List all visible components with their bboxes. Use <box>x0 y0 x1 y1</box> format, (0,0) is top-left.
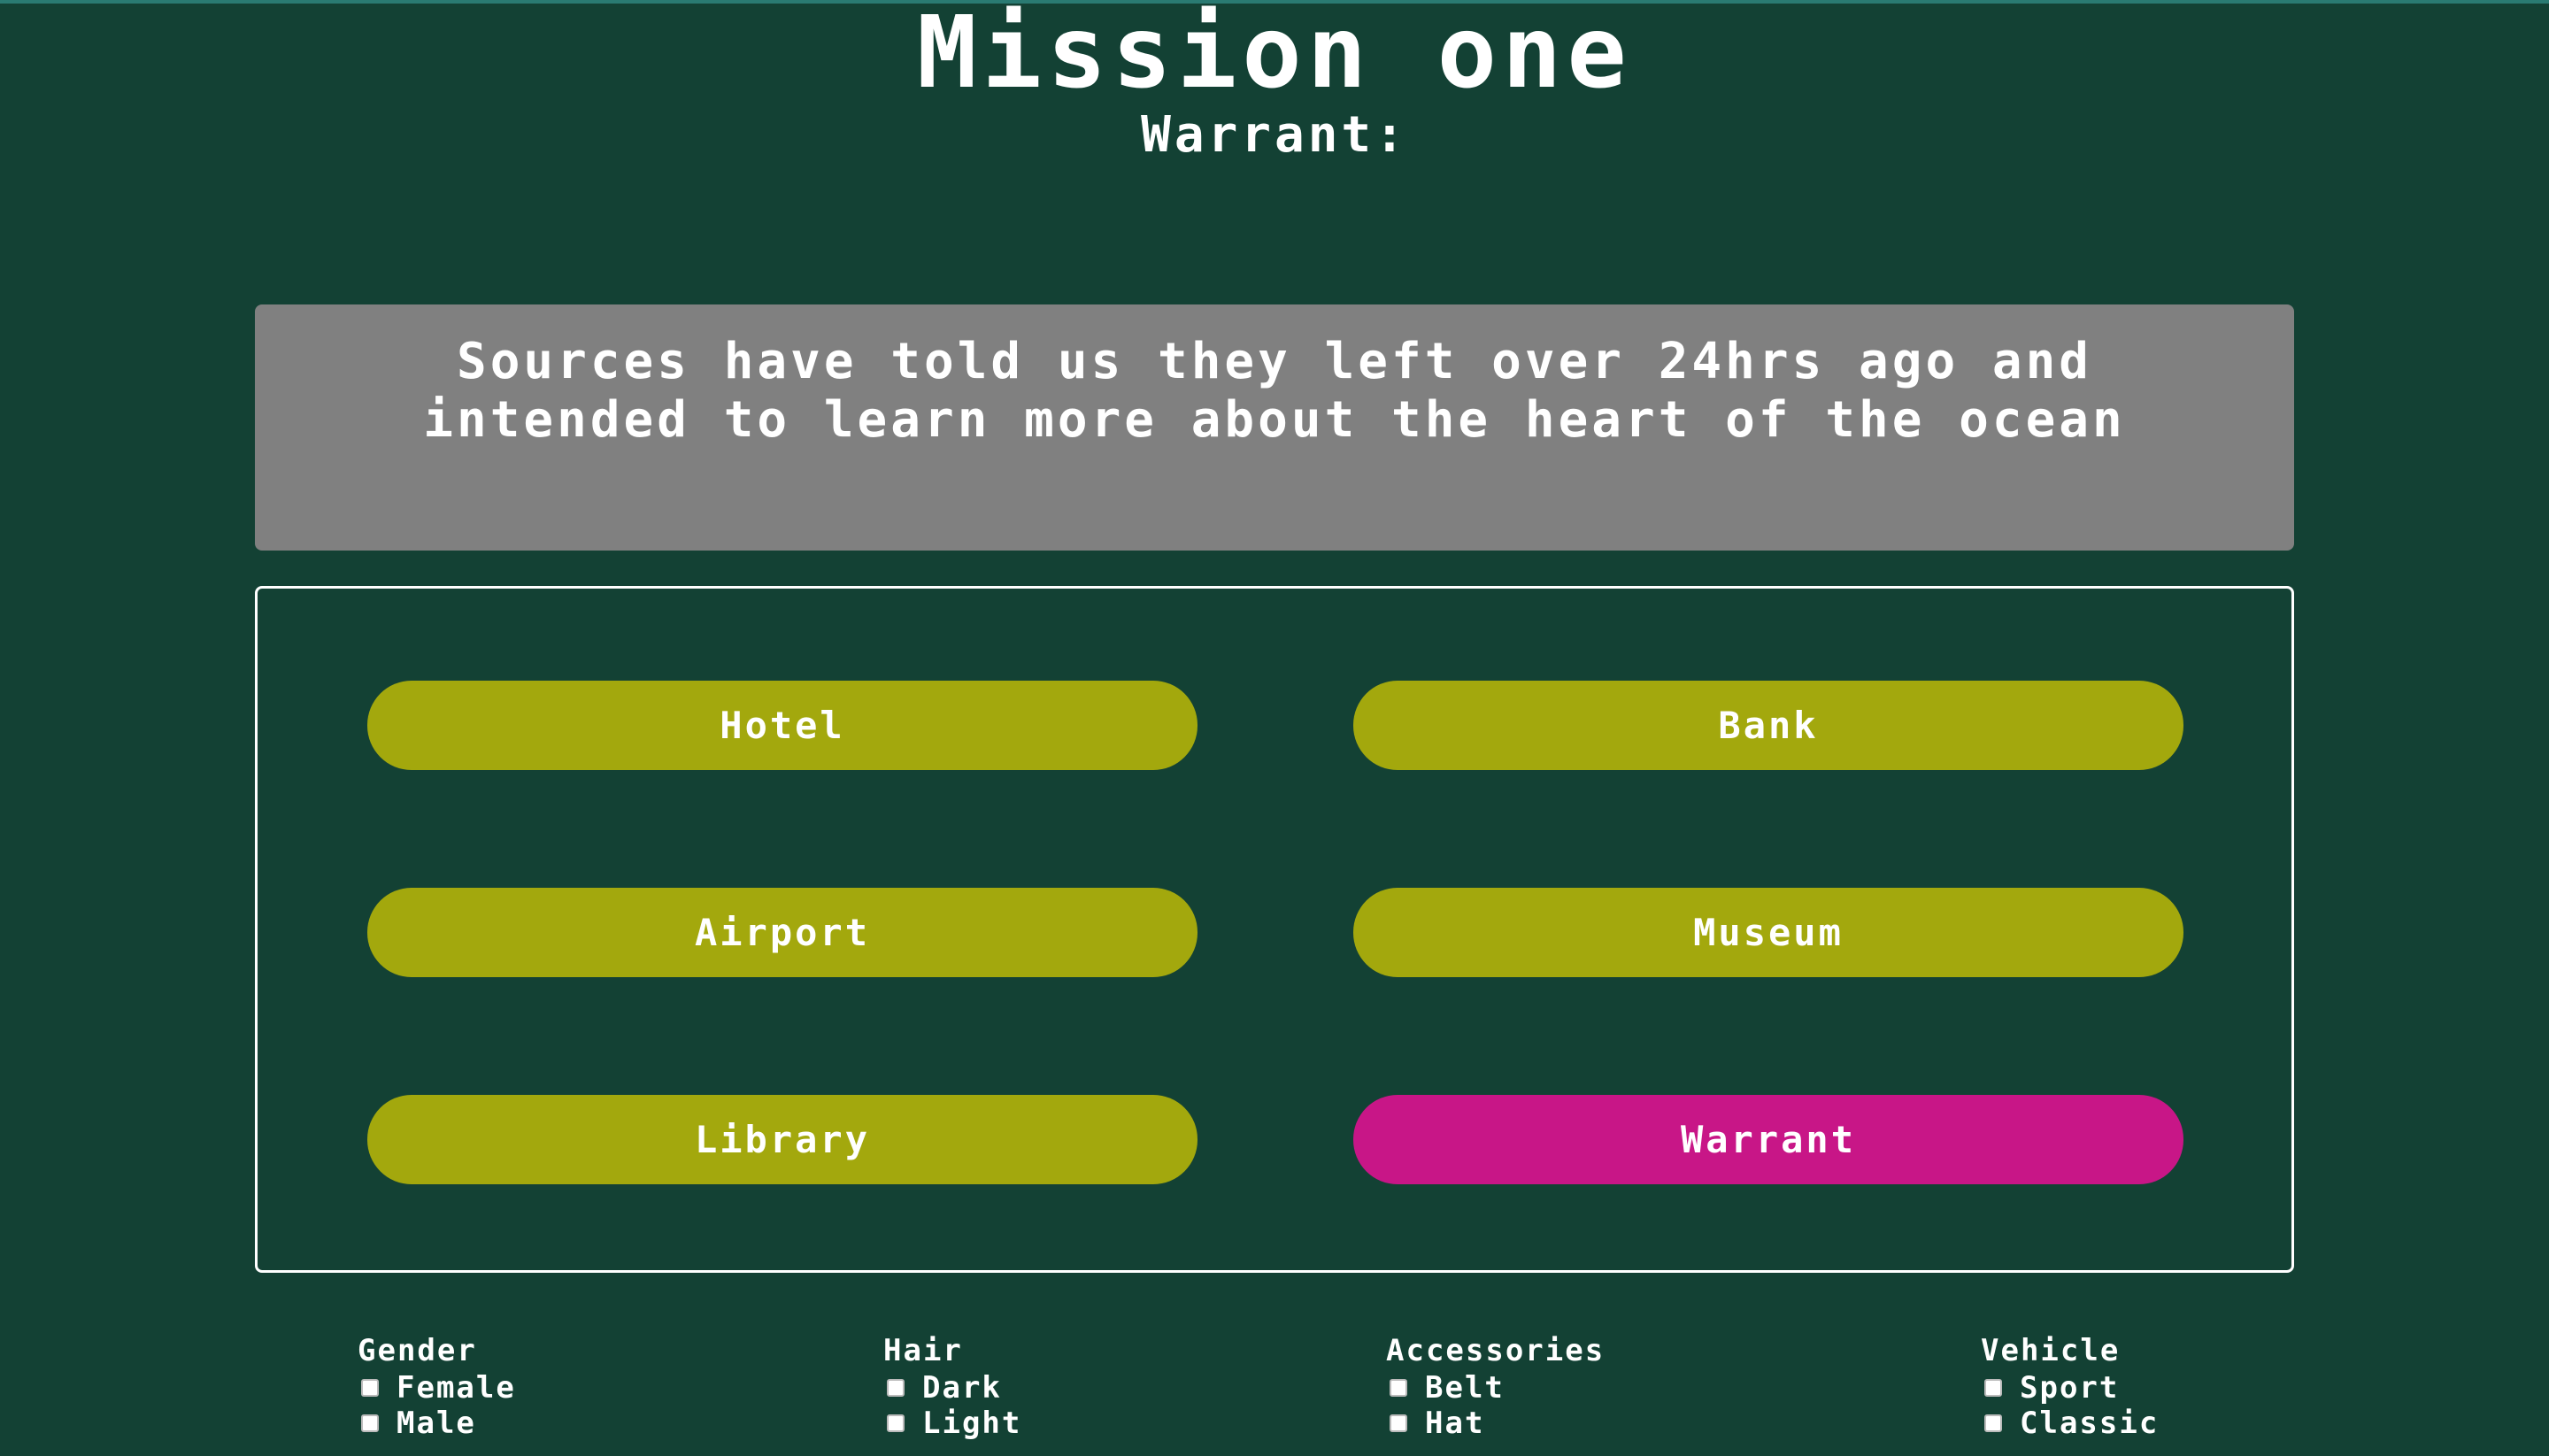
female-checkbox[interactable] <box>361 1379 379 1397</box>
sport-checkbox[interactable] <box>1984 1379 2002 1397</box>
hair-filter-group: Hair Dark Light <box>883 1328 1021 1441</box>
light-checkbox[interactable] <box>887 1414 905 1432</box>
hair-option-dark[interactable]: Dark <box>883 1370 1021 1406</box>
female-label: Female <box>397 1370 516 1406</box>
belt-label: Belt <box>1425 1370 1505 1406</box>
museum-button[interactable]: Museum <box>1353 888 2183 977</box>
hair-filter-title: Hair <box>883 1333 963 1368</box>
accessories-filter-title: Accessories <box>1386 1333 1606 1368</box>
dark-label: Dark <box>922 1370 1002 1406</box>
library-button[interactable]: Library <box>367 1095 1197 1184</box>
suspect-filters: Gender Female Male Hair Dark Light Acces… <box>0 1328 2549 1456</box>
classic-label: Classic <box>2020 1406 2160 1441</box>
vehicle-filter-title: Vehicle <box>1981 1333 2121 1368</box>
male-checkbox[interactable] <box>361 1414 379 1432</box>
male-label: Male <box>397 1406 476 1441</box>
belt-checkbox[interactable] <box>1390 1379 1407 1397</box>
vehicle-option-classic[interactable]: Classic <box>1981 1406 2159 1441</box>
hat-checkbox[interactable] <box>1390 1414 1407 1432</box>
page-title: Mission one <box>917 0 1632 111</box>
accessories-option-hat[interactable]: Hat <box>1386 1406 1605 1441</box>
gender-filter-group: Gender Female Male <box>358 1328 516 1441</box>
gender-filter-title: Gender <box>358 1333 477 1368</box>
hotel-button[interactable]: Hotel <box>367 681 1197 770</box>
warrant-button[interactable]: Warrant <box>1353 1095 2183 1184</box>
clue-panel: Sources have told us they left over 24hr… <box>255 304 2294 551</box>
gender-option-female[interactable]: Female <box>358 1370 516 1406</box>
vehicle-filter-group: Vehicle Sport Classic <box>1981 1328 2159 1441</box>
hair-option-light[interactable]: Light <box>883 1406 1021 1441</box>
accessories-filter-group: Accessories Belt Hat <box>1386 1328 1605 1441</box>
bank-button[interactable]: Bank <box>1353 681 2183 770</box>
sport-label: Sport <box>2020 1370 2120 1406</box>
airport-button[interactable]: Airport <box>367 888 1197 977</box>
classic-checkbox[interactable] <box>1984 1414 2002 1432</box>
warrant-status-label: Warrant: <box>1141 106 1408 164</box>
gender-option-male[interactable]: Male <box>358 1406 516 1441</box>
light-label: Light <box>922 1406 1022 1441</box>
location-options-panel: Hotel Bank Airport Museum Library Warran… <box>255 586 2294 1273</box>
hat-label: Hat <box>1425 1406 1485 1441</box>
accessories-option-belt[interactable]: Belt <box>1386 1370 1605 1406</box>
clue-text: Sources have told us they left over 24hr… <box>423 333 2126 449</box>
dark-checkbox[interactable] <box>887 1379 905 1397</box>
vehicle-option-sport[interactable]: Sport <box>1981 1370 2159 1406</box>
